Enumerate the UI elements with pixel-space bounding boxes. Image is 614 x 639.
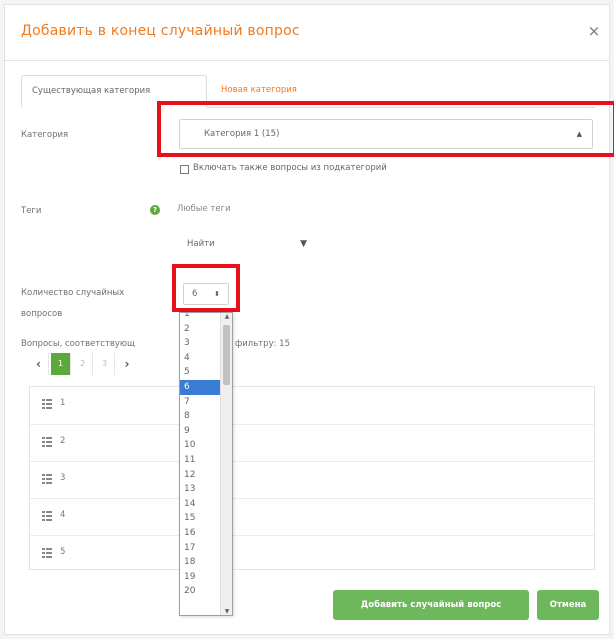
updown-arrow-icon: ▲ <box>576 130 582 138</box>
count-select-value: 6 <box>192 289 198 299</box>
dropdown-option[interactable]: 1 <box>180 313 220 322</box>
count-select[interactable]: 6 ⬍ <box>183 283 229 305</box>
count-label: Количество случайных вопросов <box>21 287 124 321</box>
scrollbar-thumb[interactable] <box>223 325 230 385</box>
pager-page-3[interactable]: 3 <box>95 353 115 375</box>
tab-existing-category[interactable]: Существующая категория <box>21 75 207 108</box>
dropdown-option[interactable]: 4 <box>180 351 220 366</box>
dropdown-option[interactable]: 18 <box>180 555 220 570</box>
table-row[interactable]: 5 <box>30 535 594 571</box>
question-number: 2 <box>60 436 66 446</box>
table-row[interactable]: 2 <box>30 424 594 460</box>
dropdown-option[interactable]: 7 <box>180 395 220 410</box>
dropdown-option[interactable]: 14 <box>180 497 220 512</box>
dropdown-scrollbar[interactable]: ▲ ▼ <box>220 313 232 615</box>
tags-label: Теги <box>21 206 42 216</box>
dropdown-option[interactable]: 10 <box>180 438 220 453</box>
table-row[interactable]: 3 <box>30 461 594 497</box>
chevron-down-icon: ▼ <box>300 239 307 249</box>
dropdown-option[interactable]: 11 <box>180 453 220 468</box>
count-dropdown-list[interactable]: 20 19 18 17 16 15 14 13 12 11 10 9 8 7 6 5 4 3 2 1 ▲ ▼ <box>179 312 233 616</box>
count-label-line1: Количество случайных <box>21 288 125 298</box>
tags-select-value: Найти <box>187 239 215 249</box>
pager-page-1[interactable]: 1 <box>51 353 71 375</box>
dropdown-option[interactable]: 8 <box>180 409 220 424</box>
tags-select[interactable]: Найти ▼ <box>177 231 315 259</box>
grid-icon <box>42 399 52 409</box>
question-number: 3 <box>60 473 66 483</box>
dropdown-option[interactable]: 2 <box>180 322 220 337</box>
modal-dialog: Добавить в конец случайный вопрос × Суще… <box>4 4 614 635</box>
include-subcategories-checkbox[interactable] <box>180 165 189 174</box>
question-number: 5 <box>60 547 66 557</box>
modal-title: Добавить в конец случайный вопрос <box>21 23 300 39</box>
category-select[interactable]: Категория 1 (15) ▲ <box>179 119 593 149</box>
tab-new-category[interactable]: Новая категория <box>211 75 307 108</box>
question-number: 4 <box>60 510 66 520</box>
scroll-up-icon[interactable]: ▲ <box>221 313 232 320</box>
dropdown-option[interactable]: 5 <box>180 365 220 380</box>
pager-next[interactable]: › <box>117 353 137 375</box>
count-label-line2: вопросов <box>21 309 63 319</box>
dropdown-option[interactable]: 12 <box>180 468 220 483</box>
dropdown-option[interactable]: 16 <box>180 526 220 541</box>
updown-arrow-icon: ⬍ <box>214 290 220 298</box>
dropdown-option[interactable]: 15 <box>180 511 220 526</box>
matching-label-left: Вопросы, соответствующ <box>21 339 136 349</box>
category-label: Категория <box>21 130 69 140</box>
dropdown-option[interactable]: 3 <box>180 336 220 351</box>
add-random-question-button[interactable]: Добавить случайный вопрос <box>333 590 529 620</box>
dropdown-option[interactable]: 9 <box>180 424 220 439</box>
pager-prev[interactable]: ‹ <box>29 353 49 375</box>
pager-page-2[interactable]: 2 <box>73 353 93 375</box>
include-subcategories-label: Включать также вопросы из подкатегорий <box>193 163 387 173</box>
table-row[interactable]: 1 <box>30 387 594 423</box>
dropdown-option[interactable]: 17 <box>180 541 220 556</box>
scroll-down-icon[interactable]: ▼ <box>221 608 232 615</box>
questions-table: 1 2 3 4 5 <box>29 386 595 570</box>
dropdown-option[interactable]: 13 <box>180 482 220 497</box>
matching-label-right: фильтру: 15 <box>235 339 290 349</box>
grid-icon <box>42 437 52 447</box>
dropdown-option[interactable]: 6 <box>180 380 220 395</box>
tags-hint: Любые теги <box>177 204 231 214</box>
category-tabs: Существующая категория Новая категория <box>21 75 595 108</box>
dropdown-option[interactable]: 19 <box>180 570 220 585</box>
modal-header: Добавить в конец случайный вопрос × <box>5 5 609 61</box>
cancel-button[interactable]: Отмена <box>537 590 599 620</box>
table-row[interactable]: 4 <box>30 498 594 534</box>
close-icon[interactable]: × <box>585 22 603 40</box>
category-select-value: Категория 1 (15) <box>204 129 280 139</box>
grid-icon <box>42 548 52 558</box>
help-icon[interactable]: ? <box>150 205 160 215</box>
grid-icon <box>42 474 52 484</box>
grid-icon <box>42 511 52 521</box>
dropdown-option[interactable]: 20 <box>180 584 220 599</box>
question-number: 1 <box>60 398 66 408</box>
